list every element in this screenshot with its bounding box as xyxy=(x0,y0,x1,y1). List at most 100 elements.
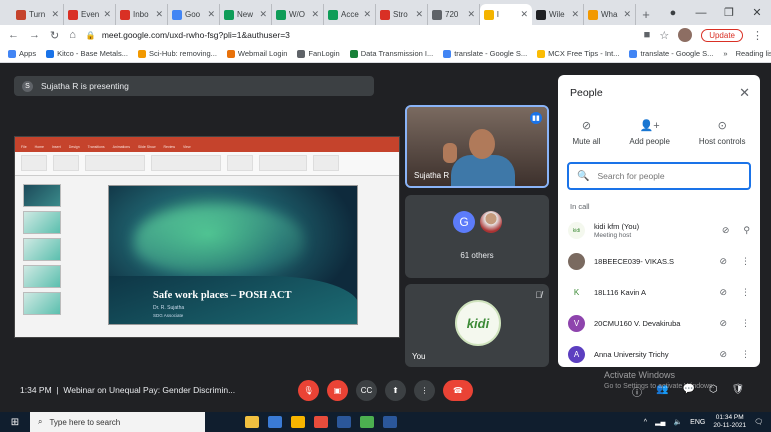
reading-list[interactable]: Reading list xyxy=(736,49,771,58)
more-options-icon[interactable]: ⋮ xyxy=(741,287,750,298)
browser-tab[interactable]: 720 ✕ xyxy=(428,4,480,25)
close-window-icon[interactable]: ✕ xyxy=(743,6,771,19)
minimize-icon[interactable]: — xyxy=(687,7,715,19)
windows-start-icon[interactable]: ⊞ xyxy=(0,417,30,428)
participant-row[interactable]: 18BEECE039- VIKAS.S ⊘ ⋮ xyxy=(558,246,760,277)
taskbar-search[interactable]: ⌕ Type here to search xyxy=(30,412,205,432)
chrome-icon[interactable] xyxy=(360,416,374,428)
language-indicator[interactable]: ENG xyxy=(690,419,705,426)
bookmark-item[interactable]: Kitco - Base Metals... xyxy=(46,49,128,58)
tab-close-icon[interactable]: ✕ xyxy=(311,9,319,20)
bookmark-item[interactable]: translate - Google S... xyxy=(629,49,713,58)
participant-name: Anna University Trichy xyxy=(594,350,669,359)
mic-off-icon[interactable]: ⊘ xyxy=(719,318,727,329)
more-options-button[interactable]: ⋮ xyxy=(414,380,435,401)
speaker-tile[interactable]: ▮▮ Sujatha R xyxy=(405,105,549,188)
more-options-icon[interactable]: ⋮ xyxy=(741,256,750,267)
browser-tab[interactable]: New ✕ xyxy=(220,4,272,25)
participant-name: 20CMU160 V. Devakiruba xyxy=(594,319,681,328)
present-button[interactable]: ⬆ xyxy=(385,380,406,401)
participant-row[interactable]: kidi kidi kfm (You) Meeting host ⊘ ⚲ xyxy=(558,215,760,246)
sticky-notes-icon[interactable] xyxy=(291,416,305,428)
others-tile[interactable]: G 61 others xyxy=(405,195,549,278)
mic-off-icon[interactable]: ⊘ xyxy=(719,256,727,267)
more-options-icon[interactable]: ⋮ xyxy=(741,349,750,360)
host-controls-button[interactable]: ⊙ Host controls xyxy=(699,119,746,146)
word-icon[interactable] xyxy=(383,416,397,428)
tab-favicon-icon xyxy=(588,9,598,20)
self-tile[interactable]: 🎙̸ kidi You xyxy=(405,284,549,367)
camera-icon[interactable]: ■ xyxy=(644,29,651,41)
browser-tab[interactable]: Turn ✕ xyxy=(12,4,64,25)
lock-icon[interactable]: 🔒 xyxy=(86,31,96,40)
tab-close-icon[interactable]: ✕ xyxy=(51,9,59,20)
mute-all-button[interactable]: ⊘ Mute all xyxy=(572,119,600,146)
browser-tab[interactable]: Acce ✕ xyxy=(324,4,376,25)
add-people-button[interactable]: 👤+ Add people xyxy=(629,119,669,146)
home-icon[interactable]: ⌂ xyxy=(69,29,76,41)
notifications-icon[interactable]: 🗨 xyxy=(754,418,763,426)
browser-tab[interactable]: Stro ✕ xyxy=(376,4,428,25)
bookmark-item[interactable]: translate - Google S... xyxy=(443,49,527,58)
photoshop-icon[interactable] xyxy=(337,416,351,428)
participant-row[interactable]: K 18L116 Kavin A ⊘ ⋮ xyxy=(558,277,760,308)
mic-off-icon[interactable]: ⊘ xyxy=(722,225,730,236)
host-lock-icon[interactable]: 🛡 xyxy=(732,384,745,399)
bookmark-item[interactable]: Sci-Hub: removing... xyxy=(137,49,217,58)
more-options-icon[interactable]: ⋮ xyxy=(741,318,750,329)
tab-close-icon[interactable]: ✕ xyxy=(520,9,528,20)
browser-tab[interactable]: W/O ✕ xyxy=(272,4,324,25)
participant-row[interactable]: A Anna University Trichy ⊘ ⋮ xyxy=(558,339,760,367)
bookmark-item[interactable]: Data Transmission I... xyxy=(349,49,433,58)
update-button[interactable]: Update xyxy=(701,28,743,42)
url-field[interactable]: 🔒 meet.google.com/uxd-rwho-fsg?pli=1&aut… xyxy=(86,30,634,40)
tab-close-icon[interactable]: ✕ xyxy=(207,9,215,20)
captions-button[interactable]: CC xyxy=(356,380,377,401)
network-icon[interactable]: ▂▄ xyxy=(655,418,665,426)
reload-icon[interactable]: ↻ xyxy=(50,29,59,42)
settings-icon[interactable] xyxy=(268,416,282,428)
tab-close-icon[interactable]: ✕ xyxy=(363,9,371,20)
back-icon[interactable]: ← xyxy=(8,29,19,41)
tab-close-icon[interactable]: ✕ xyxy=(415,9,423,20)
browser-tab[interactable]: Goo ✕ xyxy=(168,4,220,25)
browser-tab[interactable]: Wha ✕ xyxy=(584,4,636,25)
menu-icon[interactable]: ⋮ xyxy=(752,29,763,42)
tray-chevron-icon[interactable]: ^ xyxy=(644,419,647,426)
search-input[interactable] xyxy=(597,171,741,181)
profile-avatar[interactable] xyxy=(678,28,693,42)
tab-close-icon[interactable]: ✕ xyxy=(103,9,111,20)
close-icon[interactable]: ✕ xyxy=(739,85,750,101)
mic-off-icon[interactable]: ⊘ xyxy=(719,349,727,360)
search-people[interactable]: 🔍 xyxy=(567,162,751,190)
browser-tab[interactable]: l ✕ xyxy=(480,4,532,25)
star-icon[interactable]: ☆ xyxy=(659,29,669,42)
restore-icon[interactable]: ❐ xyxy=(715,6,743,19)
profile-circle-icon[interactable]: ● xyxy=(659,7,687,19)
browser-tab[interactable]: Wile ✕ xyxy=(532,4,584,25)
bookmark-item[interactable]: Apps xyxy=(8,49,36,58)
tab-close-icon[interactable]: ✕ xyxy=(259,9,267,20)
pin-icon[interactable]: ⚲ xyxy=(743,225,750,236)
bookmark-item[interactable]: Webmail Login xyxy=(226,49,287,58)
browser-tab[interactable]: Inbo ✕ xyxy=(116,4,168,25)
forward-icon[interactable]: → xyxy=(29,29,40,41)
mic-off-icon[interactable]: ⊘ xyxy=(719,287,727,298)
tab-close-icon[interactable]: ✕ xyxy=(155,9,163,20)
media-player-icon[interactable] xyxy=(314,416,328,428)
tab-close-icon[interactable]: ✕ xyxy=(571,9,579,20)
new-tab-button[interactable]: + xyxy=(636,4,656,25)
file-explorer-icon[interactable] xyxy=(245,416,259,428)
tab-close-icon[interactable]: ✕ xyxy=(467,9,475,20)
leave-call-button[interactable]: ☎ xyxy=(443,380,473,401)
camera-toggle-button[interactable]: ▣ xyxy=(327,380,348,401)
volume-icon[interactable]: 🔈 xyxy=(673,418,682,426)
bookmark-item[interactable]: MCX Free Tips - Int... xyxy=(537,49,619,58)
more-bookmarks-icon[interactable]: » xyxy=(723,49,727,58)
taskbar-clock[interactable]: 01:34 PM 20-11-2021 xyxy=(713,414,746,430)
tab-close-icon[interactable]: ✕ xyxy=(623,9,631,20)
participant-row[interactable]: V 20CMU160 V. Devakiruba ⊘ ⋮ xyxy=(558,308,760,339)
bookmark-item[interactable]: FanLogin xyxy=(297,49,340,58)
mic-toggle-button[interactable]: 🎙 xyxy=(298,380,319,401)
browser-tab[interactable]: Even ✕ xyxy=(64,4,116,25)
